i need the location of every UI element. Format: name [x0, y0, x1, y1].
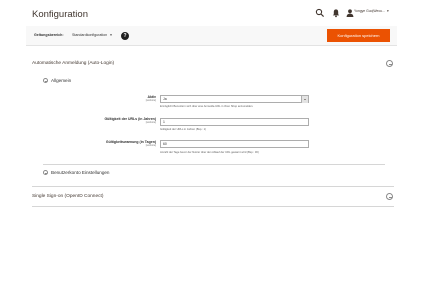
field-scope-validity-warning: [website] — [145, 144, 156, 147]
search-icon[interactable] — [315, 8, 325, 18]
collapse-icon[interactable] — [43, 78, 48, 83]
scope-value: Standardkonfiguration — [72, 33, 108, 37]
help-icon[interactable]: ? — [121, 31, 129, 40]
collapse-icon[interactable] — [43, 170, 48, 175]
section-sso-header[interactable]: Single Sign-on (OpenID Connect) — [32, 193, 394, 201]
user-icon[interactable] — [346, 8, 354, 18]
page: Konfiguration Yongye Guo|Wecu... ▾ Geltu… — [0, 0, 426, 284]
section-title-auto-login: Automatische Anmeldung (Auto-Login) — [32, 61, 115, 66]
field-note-url-validity: Gültigkeit der URLs in Jahren (Bsp.: 1) — [160, 128, 207, 131]
group-title-user-accounts[interactable]: Benutzerkonto Einstellungen — [51, 170, 109, 175]
scope-bar: Geltungsbereich: Standardkonfiguration ▾… — [26, 26, 397, 46]
field-note-validity-warning: Anzahl der Tage bevor der Nutzer über de… — [160, 151, 259, 154]
chevron-down-icon[interactable] — [301, 96, 308, 103]
page-title: Konfiguration — [32, 9, 88, 20]
divider — [43, 164, 385, 165]
section-title-sso: Single Sign-on (OpenID Connect) — [32, 194, 104, 199]
field-scope-active: [website] — [145, 99, 156, 102]
scope-label: Geltungsbereich: — [34, 33, 64, 37]
collapse-icon[interactable] — [386, 60, 393, 67]
divider — [32, 186, 394, 187]
field-note-active: Ermöglicht Benutzern sich über eine Anme… — [160, 105, 254, 108]
chevron-down-icon: ▾ — [110, 33, 112, 37]
save-config-button[interactable]: Konfiguration speichern — [327, 29, 390, 42]
url-validity-input[interactable]: 1 — [160, 118, 309, 126]
user-name[interactable]: Yongye Guo|Wecu... — [354, 9, 385, 13]
bell-icon[interactable] — [331, 8, 341, 18]
collapse-icon[interactable] — [386, 193, 393, 200]
divider — [32, 206, 394, 207]
chevron-down-icon[interactable]: ▾ — [387, 9, 389, 13]
page-header: Konfiguration Yongye Guo|Wecu... ▾ — [0, 0, 426, 26]
group-title-general[interactable]: Allgemein — [51, 78, 71, 83]
scope-switcher[interactable]: Standardkonfiguration ▾ — [72, 33, 112, 37]
active-select-value: Ja — [163, 97, 167, 101]
active-select[interactable]: Ja — [160, 95, 309, 103]
field-scope-url-validity: [website] — [145, 121, 156, 124]
validity-warning-input[interactable]: 60 — [160, 140, 309, 148]
section-auto-login-header[interactable]: Automatische Anmeldung (Auto-Login) — [32, 60, 394, 68]
